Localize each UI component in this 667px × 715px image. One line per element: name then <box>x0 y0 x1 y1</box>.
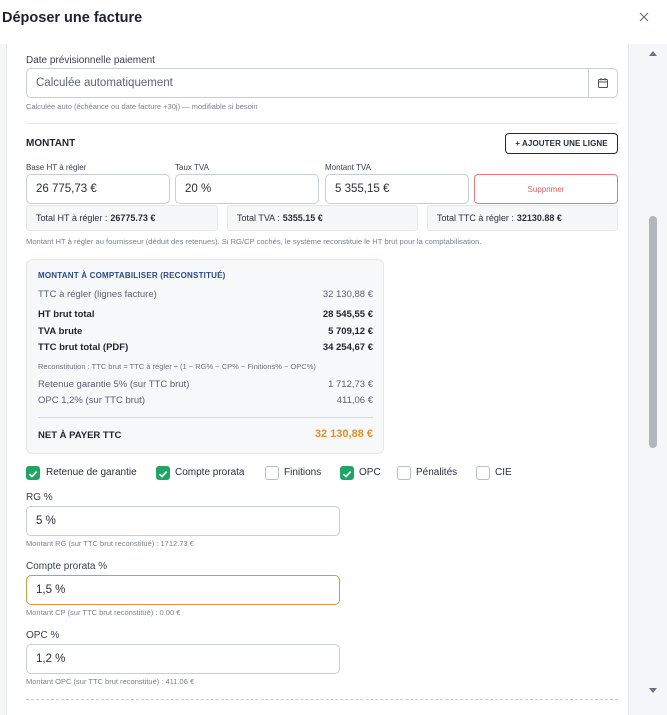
total-ht-label: Total HT à régler : <box>36 213 108 223</box>
option-label-penalites[interactable]: Pénalités <box>416 467 457 478</box>
reconstitution-card: MONTANT À COMPTABILISER (RECONSTITUÉ) TT… <box>26 259 384 454</box>
check-icon <box>158 471 168 478</box>
checkbox-finitions[interactable] <box>265 466 279 480</box>
base-ht-value: 26 775,73 € <box>36 183 97 195</box>
rg-input[interactable]: 5 % <box>26 506 340 536</box>
option-label-finitions[interactable]: Finitions <box>284 467 321 478</box>
scrollbar[interactable] <box>648 44 660 704</box>
total-ht-value: 26775.73 € <box>110 213 156 223</box>
cp-value: 1,5 % <box>36 584 66 596</box>
option-label-cie[interactable]: CIE <box>495 467 512 478</box>
cp-label: Compte prorata % <box>26 561 108 572</box>
rg-hint: Montant RG (sur TTC brut reconstitué) : … <box>26 539 194 548</box>
montant-title: MONTANT <box>26 138 76 149</box>
row-rg-label: Retenue garantie 5% (sur TTC brut) <box>38 379 190 390</box>
opc-value: 1,2 % <box>36 653 66 665</box>
row-opc-label: OPC 1,2% (sur TTC brut) <box>38 395 145 406</box>
add-line-button[interactable]: + AJOUTER UNE LIGNE <box>505 133 618 154</box>
opc-label: OPC % <box>26 630 60 641</box>
checkbox-compte-prorata[interactable] <box>156 466 170 480</box>
rg-value: 5 % <box>36 515 56 527</box>
row-ttc-brut-label: TTC brut total (PDF) <box>38 342 129 353</box>
scroll-down-icon[interactable] <box>648 687 658 695</box>
check-icon <box>28 471 38 478</box>
checkbox-cie[interactable] <box>476 466 490 480</box>
total-tva-box: Total TVA : 5355.15 € <box>227 205 418 231</box>
total-tva-label: Total TVA : <box>237 213 280 223</box>
total-ttc-label: Total TTC à régler : <box>437 213 514 223</box>
card-title: MONTANT À COMPTABILISER (RECONSTITUÉ) <box>38 271 226 280</box>
payment-date-label: Date prévisionnelle paiement <box>26 55 155 66</box>
delete-line-button[interactable]: Supprimer <box>474 174 618 204</box>
montant-tva-label: Montant TVA <box>325 163 371 172</box>
opc-input[interactable]: 1,2 % <box>26 644 340 674</box>
row-tva-brute-label: TVA brute <box>38 326 83 337</box>
montant-tva-input[interactable]: 5 355,15 € <box>325 174 469 204</box>
base-ht-input[interactable]: 26 775,73 € <box>26 174 170 204</box>
base-ht-label: Base HT à régler <box>26 163 87 172</box>
row-ttc-regler-label: TTC à régler (lignes facture) <box>38 289 157 300</box>
row-ttc-regler-value: 32 130,88 € <box>322 289 373 300</box>
montant-hint: Montant HT à régler au fournisseur (dédu… <box>26 237 482 246</box>
scrollbar-thumb[interactable] <box>649 216 657 448</box>
card-divider <box>38 417 373 418</box>
cp-hint: Montant CP (sur TTC brut reconstitué) : … <box>26 608 181 617</box>
option-label-retenue[interactable]: Retenue de garantie <box>46 467 137 478</box>
option-label-compte-prorata[interactable]: Compte prorata <box>175 467 244 478</box>
opc-hint: Montant OPC (sur TTC brut reconstitué) :… <box>26 677 195 686</box>
option-label-opc[interactable]: OPC <box>359 467 381 478</box>
cp-input[interactable]: 1,5 % <box>26 575 340 605</box>
check-icon <box>342 471 352 478</box>
row-ttc-brut-value: 34 254,67 € <box>322 342 373 353</box>
montant-tva-value: 5 355,15 € <box>335 183 390 195</box>
payment-date-value: Calculée automatiquement <box>36 77 173 89</box>
checkbox-penalites[interactable] <box>397 466 411 480</box>
checkbox-opc[interactable] <box>340 466 354 480</box>
calendar-icon <box>598 78 608 88</box>
formula-note: Reconstitution : TTC brut = TTC à régler… <box>38 362 316 371</box>
taux-tva-label: Taux TVA <box>175 163 209 172</box>
row-ht-brut-label: HT brut total <box>38 309 95 320</box>
total-tva-value: 5355.15 € <box>282 213 323 223</box>
rg-label: RG % <box>26 492 53 503</box>
row-ht-brut-value: 28 545,55 € <box>322 309 373 320</box>
scroll-up-icon[interactable] <box>648 49 658 57</box>
modal-header: Déposer une facture <box>0 0 667 44</box>
net-payer-label: NET À PAYER TTC <box>38 430 122 441</box>
checkbox-retenue-garantie[interactable] <box>26 466 40 480</box>
payment-date-hint: Calculée auto (échéance ou date facture … <box>26 102 258 111</box>
close-icon[interactable] <box>636 9 652 25</box>
row-tva-brute-value: 5 709,12 € <box>328 326 373 337</box>
modal-title: Déposer une facture <box>2 10 143 26</box>
dashed-divider <box>26 699 618 700</box>
calendar-button[interactable] <box>588 69 617 97</box>
divider <box>26 123 618 124</box>
payment-date-input[interactable]: Calculée automatiquement <box>26 68 618 98</box>
taux-tva-input[interactable]: 20 % <box>175 174 319 204</box>
total-ttc-value: 32130.88 € <box>516 213 562 223</box>
taux-tva-value: 20 % <box>185 183 212 195</box>
total-ht-box: Total HT à régler : 26775.73 € <box>26 205 218 231</box>
modal-body: Date prévisionnelle paiement Calculée au… <box>6 44 629 715</box>
total-ttc-box: Total TTC à régler : 32130.88 € <box>427 205 618 231</box>
row-opc-value: 411,06 € <box>336 395 373 406</box>
net-payer-value: 32 130,88 € <box>314 428 373 440</box>
row-rg-value: 1 712,73 € <box>328 379 373 390</box>
